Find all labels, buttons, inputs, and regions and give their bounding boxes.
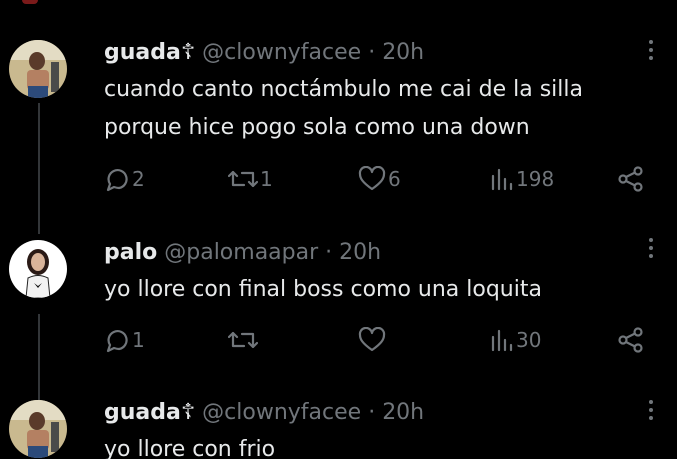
share-button[interactable] [617,327,645,353]
separator: · [368,40,376,65]
heart-icon [358,327,386,352]
display-name[interactable]: palo [104,240,157,265]
share-button[interactable] [617,166,645,192]
reply-count: 1 [132,328,145,352]
more-icon[interactable] [646,238,656,260]
views-icon [491,168,513,191]
tweet[interactable]: palo @palomaapar · 20h yo llore con fina… [0,210,677,380]
views-button[interactable]: 30 [490,327,541,353]
tweet-text-line: yo llore con frio [104,437,276,459]
avatar[interactable] [9,240,67,298]
reply-icon [106,169,128,192]
tweet-text-line: cuando canto noctámbulo me cai de la sil… [104,77,583,102]
display-name[interactable]: guada [104,40,181,65]
like-button[interactable]: 6 [358,166,401,192]
views-icon [491,329,513,352]
like-button[interactable] [358,327,388,353]
retweet-button[interactable] [228,327,260,353]
tweet-text-line: porque hice pogo sola como una down [104,115,530,140]
display-name[interactable]: guada [104,400,181,425]
tweet[interactable]: guada☦ @clownyfacee · 20h cuando canto n… [0,0,677,210]
reply-count: 2 [132,167,145,191]
avatar[interactable] [9,40,67,98]
handle[interactable]: @palomaapar [164,240,318,265]
timestamp[interactable]: 20h [382,400,424,425]
heart-icon [358,166,386,191]
tweet-header: palo @palomaapar · 20h [104,242,381,264]
reply-button[interactable]: 1 [104,327,145,353]
action-bar: 1 30 [0,327,677,357]
like-count: 6 [388,167,401,191]
separator: · [368,400,376,425]
share-icon [618,166,643,192]
handle[interactable]: @clownyfacee [202,40,361,65]
separator: · [325,240,333,265]
retweet-button[interactable]: 1 [228,166,273,192]
more-icon[interactable] [646,40,656,62]
share-icon [618,327,643,353]
handle[interactable]: @clownyfacee [202,400,361,425]
retweet-icon [228,170,258,188]
retweet-icon [228,331,258,349]
retweet-count: 1 [260,167,273,191]
more-icon[interactable] [646,400,656,422]
timestamp[interactable]: 20h [339,240,381,265]
name-emoji: ☦ [180,40,196,65]
tweet-header: guada☦ @clownyfacee · 20h [104,42,424,64]
tweet[interactable]: guada☦ @clownyfacee · 20h yo llore con f… [0,380,677,459]
tweet-text-line: yo llore con final boss como una loquita [104,277,542,302]
name-emoji: ☦ [180,400,196,425]
views-count: 30 [516,328,542,352]
timestamp[interactable]: 20h [382,40,424,65]
tweet-header: guada☦ @clownyfacee · 20h [104,402,424,424]
reply-icon [106,330,128,353]
reply-button[interactable]: 2 [104,166,145,192]
avatar[interactable] [9,400,67,458]
views-button[interactable]: 198 [490,166,554,192]
action-bar: 2 1 6 198 [0,166,677,196]
views-count: 198 [516,167,555,191]
